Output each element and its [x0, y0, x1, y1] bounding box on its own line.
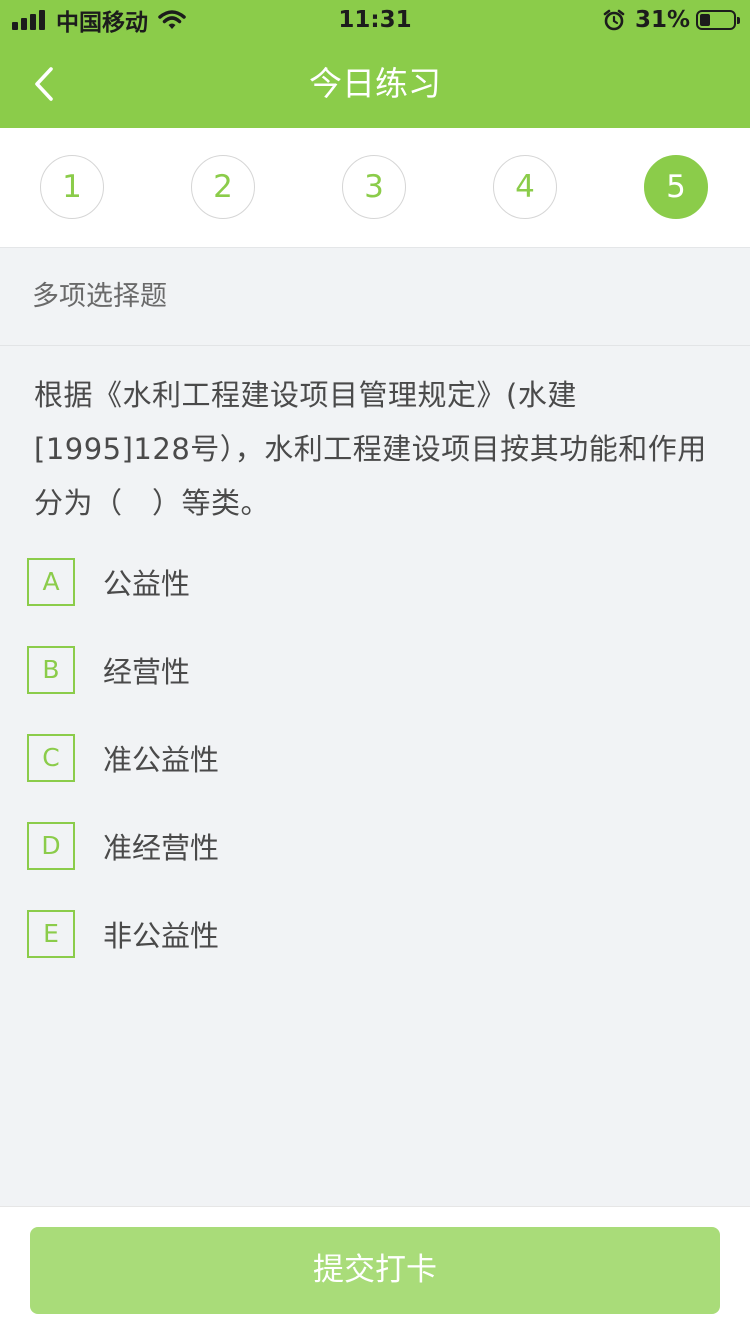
question-type-label: 多项选择题: [32, 281, 167, 312]
option-c[interactable]: C 准公益性: [27, 734, 717, 782]
option-label: 准公益性: [103, 743, 220, 777]
option-label: 准经营性: [103, 831, 220, 865]
footer-bar: 提交打卡: [0, 1206, 750, 1335]
battery-nub: [737, 17, 740, 24]
option-a[interactable]: A 公益性: [27, 558, 717, 606]
battery-icon: [696, 10, 740, 30]
question-text: 根据《水利工程建设项目管理规定》(水建[1995]128号），水利工程建设项目按…: [34, 378, 707, 520]
option-label: 非公益性: [103, 919, 220, 953]
battery-level-fill: [700, 14, 710, 26]
battery-percent: 31%: [634, 7, 690, 33]
status-bar-right: 31%: [603, 4, 740, 36]
option-checkbox[interactable]: D: [27, 822, 75, 870]
option-d[interactable]: D 准经营性: [27, 822, 717, 870]
option-checkbox[interactable]: E: [27, 910, 75, 958]
question-type-bar: 多项选择题: [0, 248, 750, 346]
tab-question-3[interactable]: 3: [342, 155, 406, 219]
option-e[interactable]: E 非公益性: [27, 910, 717, 958]
option-checkbox[interactable]: C: [27, 734, 75, 782]
option-checkbox[interactable]: B: [27, 646, 75, 694]
tab-question-1[interactable]: 1: [40, 155, 104, 219]
question-tabs: 1 2 3 4 5: [0, 128, 750, 248]
alarm-icon: [603, 9, 625, 31]
page-title: 今日练习: [309, 64, 441, 103]
option-b[interactable]: B 经营性: [27, 646, 717, 694]
option-label: 经营性: [103, 655, 191, 689]
options-list: A 公益性 B 经营性 C 准公益性 D 准经营性 E 非公益性: [27, 558, 717, 998]
tab-question-4[interactable]: 4: [493, 155, 557, 219]
option-checkbox[interactable]: A: [27, 558, 75, 606]
nav-bar: 今日练习: [0, 40, 750, 128]
status-bar: 中国移动 11:31 31%: [0, 0, 750, 40]
tab-question-5[interactable]: 5: [644, 155, 708, 219]
submit-checkin-button[interactable]: 提交打卡: [30, 1227, 720, 1314]
option-label: 公益性: [103, 567, 191, 601]
tab-question-2[interactable]: 2: [191, 155, 255, 219]
